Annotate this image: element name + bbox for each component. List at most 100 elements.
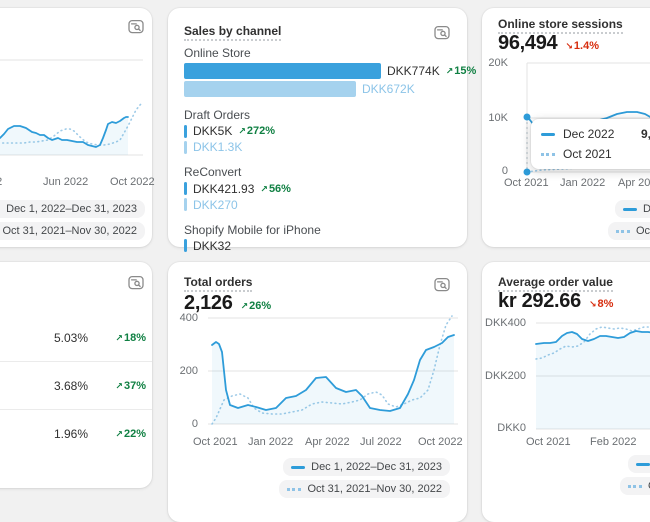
change-badge: ↗272% xyxy=(238,125,275,137)
change-value: 18% xyxy=(124,332,146,344)
change-value: 26% xyxy=(249,300,271,312)
dotted-line-swatch xyxy=(541,153,555,156)
legend-pill-previous: Oct 31, 2021–Nov 30, 2022 xyxy=(608,222,650,240)
y-tick: DKK0 xyxy=(482,423,526,434)
x-tick: Oct 2022 xyxy=(418,437,463,448)
current-period-bar xyxy=(184,63,381,79)
total-orders-chart[interactable] xyxy=(208,314,458,432)
y-tick: 0 xyxy=(482,166,508,177)
view-report-icon[interactable] xyxy=(128,19,144,35)
current-period-bar xyxy=(184,182,187,195)
down-arrow-icon: ↘ xyxy=(565,41,573,51)
conversion-rate-card: 5.03% ↗18% 3.68% ↗37% 1.96% ↗22% xyxy=(0,262,152,488)
previous-period-bar xyxy=(184,81,356,97)
rate-value: 5.03% xyxy=(32,331,88,345)
dotted-line-swatch xyxy=(287,488,301,491)
x-tick: Oct 2021 xyxy=(504,178,549,189)
change-badge: ↗18% xyxy=(96,332,146,344)
previous-period-bar xyxy=(184,141,187,154)
analytics-dashboard: { "glyphs": {"up": "↗", "down": "↘"}, "l… xyxy=(0,0,650,500)
current-value: DKK421.93 xyxy=(193,182,254,196)
view-report-icon[interactable] xyxy=(434,25,450,41)
current-value: DKK32 xyxy=(193,239,231,253)
tooltip-row-previous: Oct 2021 143 xyxy=(541,147,650,161)
channel-group: ReConvert DKK421.93 ↗56% DKK270 xyxy=(184,165,451,211)
average-order-value-chart[interactable] xyxy=(536,319,650,437)
legend-pill-current: Dec 1, 2022–Dec 31, 2023 xyxy=(615,200,650,218)
total-orders-card: Total orders 2,126 ↗26% 400 200 0 Oct 20… xyxy=(168,262,467,522)
x-tick: Apr 2022 xyxy=(618,178,650,189)
change-badge: ↗22% xyxy=(96,428,146,440)
tooltip-row-current: Dec 2022 9,793 ↗6.7K xyxy=(541,127,650,141)
y-tick: 0 xyxy=(168,419,198,430)
view-report-icon[interactable] xyxy=(434,277,450,293)
y-tick: DKK400 xyxy=(482,318,526,329)
card-title[interactable]: Sales by channel xyxy=(184,24,281,41)
legend-label: Dec 1, 2022–Dec 31, 2023 xyxy=(643,203,650,215)
channel-name: Shopify Mobile for iPhone xyxy=(184,223,451,237)
y-tick: 200 xyxy=(168,366,198,377)
channel-previous-row[interactable]: DKK1.3K xyxy=(184,140,451,154)
sales-by-channel-card: Sales by channel Online Store DKK774K ↗1… xyxy=(168,8,467,247)
conversion-row[interactable]: 3.68% ↗37% xyxy=(0,362,152,410)
channel-name: ReConvert xyxy=(184,165,451,179)
change-value: 37% xyxy=(124,380,146,392)
x-tick: 22 xyxy=(0,177,2,188)
up-arrow-icon: ↗ xyxy=(260,184,268,194)
y-tick: 400 xyxy=(168,313,198,324)
legend-pill-current: Dec 1, 2022–Dec 31, 2023 xyxy=(0,200,145,218)
legend-label: Dec 1, 2022–Dec 31, 2023 xyxy=(311,461,442,473)
up-arrow-icon: ↗ xyxy=(238,126,246,136)
magnifier-report-icon xyxy=(128,19,144,35)
channel-current-row[interactable]: DKK32 xyxy=(184,239,451,253)
change-value: 56% xyxy=(269,183,291,195)
online-store-sessions-card: Online store sessions 96,494 ↘1.4% 20K 1… xyxy=(482,8,650,247)
view-report-icon[interactable] xyxy=(128,275,144,291)
current-period-bar xyxy=(184,125,187,138)
previous-value: DKK270 xyxy=(193,198,238,212)
legend-label: Oct 31, 2021–Nov 30, 2022 xyxy=(2,225,137,237)
channel-group: Shopify Mobile for iPhone DKK32 xyxy=(184,223,451,253)
change-value: 1.4% xyxy=(574,40,599,52)
change-value: 22% xyxy=(124,428,146,440)
magnifier-report-icon xyxy=(434,277,450,293)
solid-line-swatch xyxy=(623,208,637,211)
conversion-row[interactable]: 5.03% ↗18% xyxy=(0,314,152,362)
previous-period-bar xyxy=(184,198,187,211)
dotted-line-swatch xyxy=(616,230,630,233)
legend-label: Oct 31, 2021–Nov 30, 2022 xyxy=(636,225,650,237)
channel-previous-row[interactable]: DKK270 xyxy=(184,198,451,212)
current-period-bar xyxy=(184,239,187,252)
channel-name: Online Store xyxy=(184,46,451,60)
x-tick: Jun 2022 xyxy=(43,177,88,188)
sales-over-time-chart[interactable] xyxy=(0,58,143,158)
conversion-row[interactable]: 1.96% ↗22% xyxy=(0,410,152,457)
rate-value: 1.96% xyxy=(32,427,88,441)
y-tick: DKK200 xyxy=(482,371,526,382)
solid-line-swatch xyxy=(291,466,305,469)
current-value: DKK5K xyxy=(193,124,232,138)
conversion-rows: 5.03% ↗18% 3.68% ↗37% 1.96% ↗22% xyxy=(0,314,152,457)
card-title[interactable]: Total orders xyxy=(184,275,252,292)
y-tick: 10K xyxy=(482,113,508,124)
legend-pill-current: Dec 1, 2022–Dec 31, 2023 xyxy=(628,455,650,473)
metric-row: 96,494 ↘1.4% xyxy=(498,32,599,55)
metric-value: 96,494 xyxy=(498,32,557,55)
sales-over-time-card: 22 Jun 2022 Oct 2022 Dec 1, 2022–Dec 31,… xyxy=(0,8,152,247)
change-badge: ↗56% xyxy=(260,183,291,195)
up-arrow-icon: ↗ xyxy=(115,381,123,391)
x-tick: Feb 2022 xyxy=(590,437,636,448)
x-tick: Oct 2021 xyxy=(526,437,571,448)
tooltip-label: Oct 2021 xyxy=(563,147,623,161)
channel-previous-row[interactable]: DKK672K xyxy=(184,81,451,97)
change-badge: ↗15% xyxy=(446,65,477,77)
channel-current-row[interactable]: DKK5K ↗272% xyxy=(184,124,451,138)
magnifier-report-icon xyxy=(128,275,144,291)
up-arrow-icon: ↗ xyxy=(241,301,249,311)
legend-pill-current: Dec 1, 2022–Dec 31, 2023 xyxy=(283,458,450,476)
channel-current-row[interactable]: DKK421.93 ↗56% xyxy=(184,182,451,196)
chart-tooltip: Dec 2022 9,793 ↗6.7K Oct 2021 143 xyxy=(531,119,650,169)
channel-current-row[interactable]: DKK774K ↗15% xyxy=(184,63,451,79)
tooltip-value: 143 xyxy=(631,147,650,161)
x-tick: Jan 2022 xyxy=(248,437,293,448)
